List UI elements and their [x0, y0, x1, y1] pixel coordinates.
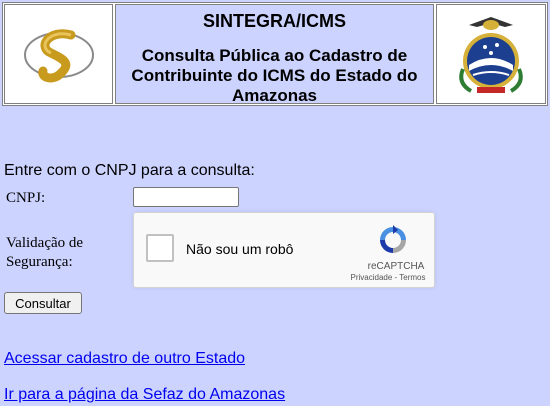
security-validation-label: Validação de Segurança:: [6, 235, 84, 270]
header-table: SINTEGRA/ICMS Consulta Pública ao Cadast…: [2, 2, 548, 106]
recaptcha-widget: Não sou um robô reCAPTCHA Privacidade - …: [133, 212, 435, 288]
cnpj-label: CNPJ:: [6, 190, 46, 206]
page-subtitle: Consulta Pública ao Cadastro de Contribu…: [131, 46, 418, 105]
recaptcha-checkbox[interactable]: [146, 234, 174, 262]
recaptcha-label: Não sou um robô: [186, 241, 294, 257]
recaptcha-brand: reCAPTCHA: [367, 261, 425, 272]
consultar-button[interactable]: Consultar: [4, 292, 82, 314]
coat-of-arms-icon: [459, 17, 523, 93]
sintegra-logo-icon: [23, 29, 94, 83]
sintegra-logo: [4, 4, 113, 104]
other-state-link[interactable]: Acessar cadastro de outro Estado: [4, 350, 245, 368]
header-title-cell: SINTEGRA/ICMS Consulta Pública ao Cadast…: [115, 4, 434, 105]
amazonas-coat-of-arms: [436, 4, 546, 104]
page-title: SINTEGRA/ICMS: [202, 11, 346, 31]
recaptcha-privacy-terms[interactable]: Privacidade - Termos: [344, 273, 432, 282]
sefaz-link[interactable]: Ir para a página da Sefaz do Amazonas: [4, 386, 285, 404]
cnpj-input[interactable]: [133, 187, 239, 207]
recaptcha-icon: [380, 225, 406, 253]
cnpj-prompt: Entre com o CNPJ para a consulta:: [4, 162, 255, 179]
